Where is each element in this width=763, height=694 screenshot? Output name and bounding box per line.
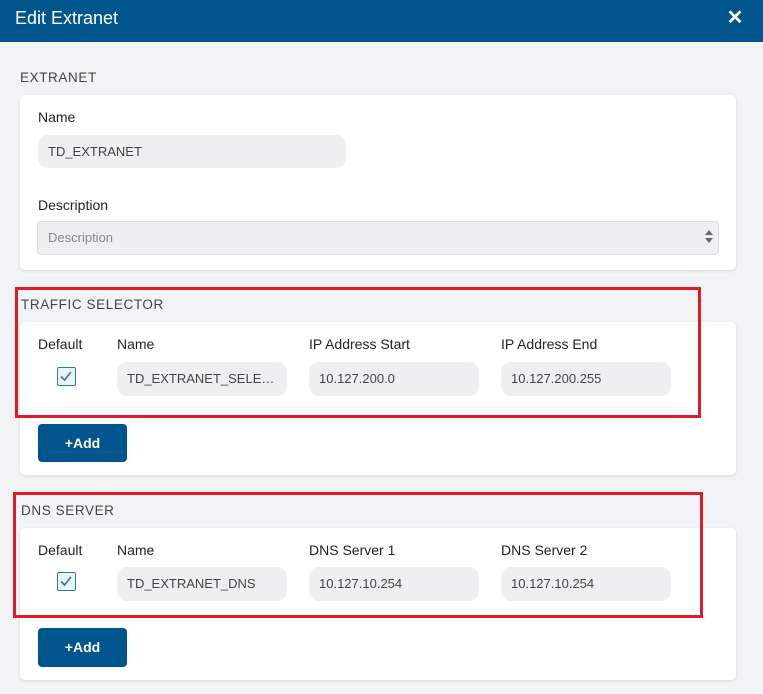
ts-ip-end-input[interactable]: 10.127.200.255 [501,362,671,396]
dns-server2-input[interactable]: 10.127.10.254 [501,567,671,601]
dns-col-name: Name [117,542,155,558]
dialog-title: Edit Extranet [15,8,119,28]
traffic-selector-section-title: TRAFFIC SELECTOR [21,297,164,312]
ts-col-name: Name [117,336,155,352]
extranet-name-input[interactable]: TD_EXTRANET [38,135,346,168]
ts-col-ip-end: IP Address End [501,336,598,352]
traffic-selector-card: Default Name IP Address Start IP Address… [20,322,736,475]
dns-col-server2: DNS Server 2 [501,542,588,558]
dns-col-default: Default [38,542,83,558]
dns-add-button[interactable]: +Add [38,628,127,667]
dialog-header: Edit Extranet ✕ [0,0,763,42]
checkmark-icon [60,576,72,587]
dns-default-checkbox[interactable] [57,572,76,591]
ts-col-default: Default [38,336,83,352]
description-textarea[interactable]: Description [37,221,719,255]
description-placeholder: Description [48,230,114,245]
ts-ip-start-input[interactable]: 10.127.200.0 [309,362,479,396]
dns-server1-input[interactable]: 10.127.10.254 [309,567,479,601]
extranet-card: Name TD_EXTRANET Description Description [20,95,736,270]
textarea-scroll-arrows-icon[interactable] [705,227,714,249]
description-label: Description [38,197,109,213]
ts-col-ip-start: IP Address Start [309,336,410,352]
extranet-section-title: EXTRANET [20,70,97,85]
dns-col-server1: DNS Server 1 [309,542,396,558]
ts-add-button[interactable]: +Add [38,424,127,462]
dns-name-input[interactable]: TD_EXTRANET_DNS [117,567,287,601]
checkmark-icon [60,371,72,382]
name-label: Name [38,109,76,125]
close-icon[interactable]: ✕ [725,7,745,29]
dns-server-card: Default Name DNS Server 1 DNS Server 2 T… [20,528,736,680]
dns-server-section-title: DNS SERVER [21,503,115,518]
ts-name-input[interactable]: TD_EXTRANET_SELECTOR [117,362,287,396]
ts-default-checkbox[interactable] [57,367,76,386]
